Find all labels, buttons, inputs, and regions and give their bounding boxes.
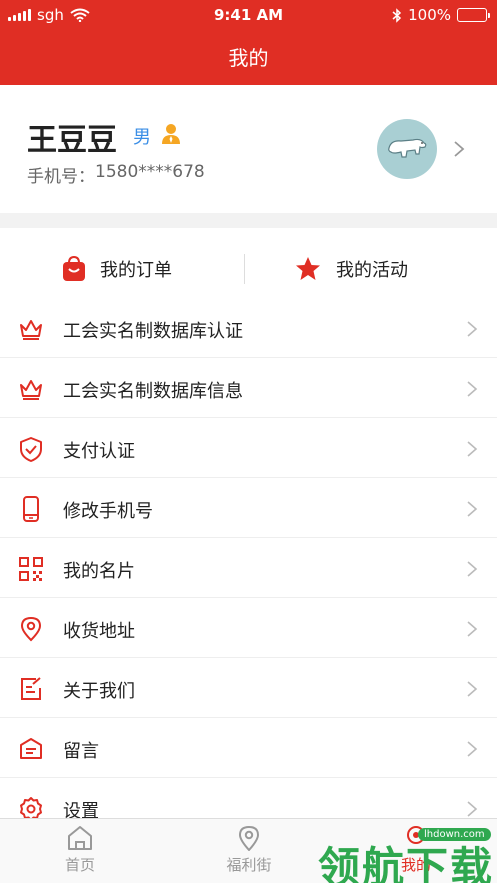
- menu-item-label: 收货地址: [63, 621, 135, 642]
- chevron-right-icon: [467, 801, 478, 817]
- star-icon: [296, 257, 320, 280]
- chevron-right-icon: [467, 621, 478, 637]
- menu-item-change-phone[interactable]: 修改手机号: [0, 478, 497, 538]
- watermark: 领航下载 lhdown.com: [318, 828, 497, 883]
- settings-menu: 工会实名制数据库认证 工会实名制数据库信息 支付认证 修改手机号 我的名片 收货…: [0, 298, 497, 838]
- shield-check-icon: [20, 437, 42, 462]
- watermark-url: lhdown.com: [418, 828, 491, 841]
- profile-card[interactable]: 王豆豆 男 手机号： 1580****678: [0, 85, 497, 213]
- chevron-right-icon[interactable]: [452, 140, 466, 158]
- watermark-text: 领航下载: [318, 843, 495, 883]
- tab-label: 首页: [64, 856, 95, 874]
- chevron-right-icon: [467, 381, 478, 397]
- menu-item-label: 留言: [63, 741, 99, 762]
- divider: [244, 254, 245, 284]
- menu-item-about-us[interactable]: 关于我们: [0, 658, 497, 718]
- menu-item-business-card[interactable]: 我的名片: [0, 538, 497, 598]
- menu-item-label: 工会实名制数据库信息: [63, 381, 243, 402]
- crown-icon: [20, 320, 42, 340]
- qr-code-icon: [19, 557, 43, 581]
- my-orders-label: 我的订单: [100, 260, 172, 281]
- chevron-right-icon: [467, 441, 478, 457]
- edit-note-icon: [21, 677, 41, 700]
- tab-welfare-street[interactable]: 福利街: [209, 825, 289, 875]
- menu-item-label: 工会实名制数据库认证: [63, 321, 243, 342]
- phone-icon: [23, 496, 39, 522]
- battery-icon: [457, 8, 490, 22]
- menu-item-shipping-address[interactable]: 收货地址: [0, 598, 497, 658]
- menu-item-label: 关于我们: [63, 681, 135, 702]
- menu-item-message[interactable]: 留言: [0, 718, 497, 778]
- chevron-right-icon: [467, 561, 478, 577]
- bluetooth-icon: [392, 7, 402, 23]
- chevron-right-icon: [467, 501, 478, 517]
- phone-label: 手机号：: [27, 167, 95, 187]
- user-phone: 手机号： 1580****678: [27, 162, 205, 187]
- battery-percent: 100%: [408, 6, 451, 24]
- user-gender: 男: [133, 127, 151, 148]
- message-icon: [20, 738, 42, 759]
- my-activities-label: 我的活动: [336, 260, 408, 281]
- menu-item-payment-auth[interactable]: 支付认证: [0, 418, 497, 478]
- chevron-right-icon: [467, 741, 478, 757]
- page-title: 我的: [228, 46, 269, 70]
- menu-item-label: 我的名片: [63, 561, 135, 582]
- tab-home[interactable]: 首页: [40, 825, 120, 875]
- menu-item-union-info[interactable]: 工会实名制数据库信息: [0, 358, 497, 418]
- location-pin-icon: [20, 616, 42, 642]
- my-orders-button[interactable]: 我的订单: [62, 256, 172, 282]
- user-name: 王豆豆: [27, 123, 117, 158]
- menu-item-label: 支付认证: [63, 441, 135, 462]
- location-pin-icon: [238, 825, 260, 851]
- chevron-right-icon: [467, 321, 478, 337]
- menu-item-union-auth[interactable]: 工会实名制数据库认证: [0, 298, 497, 358]
- status-bar: sgh 9:41 AM 100%: [0, 0, 497, 32]
- quick-links: 我的订单 我的活动: [0, 228, 497, 298]
- menu-item-label: 修改手机号: [63, 501, 153, 522]
- avatar[interactable]: [377, 119, 437, 179]
- my-activities-button[interactable]: 我的活动: [294, 256, 408, 282]
- user-badge-icon: [162, 124, 180, 144]
- phone-number: 1580****678: [95, 162, 205, 182]
- top-bar: sgh 9:41 AM 100% 我的: [0, 0, 497, 85]
- chevron-right-icon: [467, 681, 478, 697]
- shopping-bag-icon: [63, 256, 85, 281]
- polar-bear-icon: [388, 138, 427, 158]
- home-icon: [68, 826, 92, 850]
- tab-label: 福利街: [226, 856, 272, 874]
- crown-icon: [20, 380, 42, 400]
